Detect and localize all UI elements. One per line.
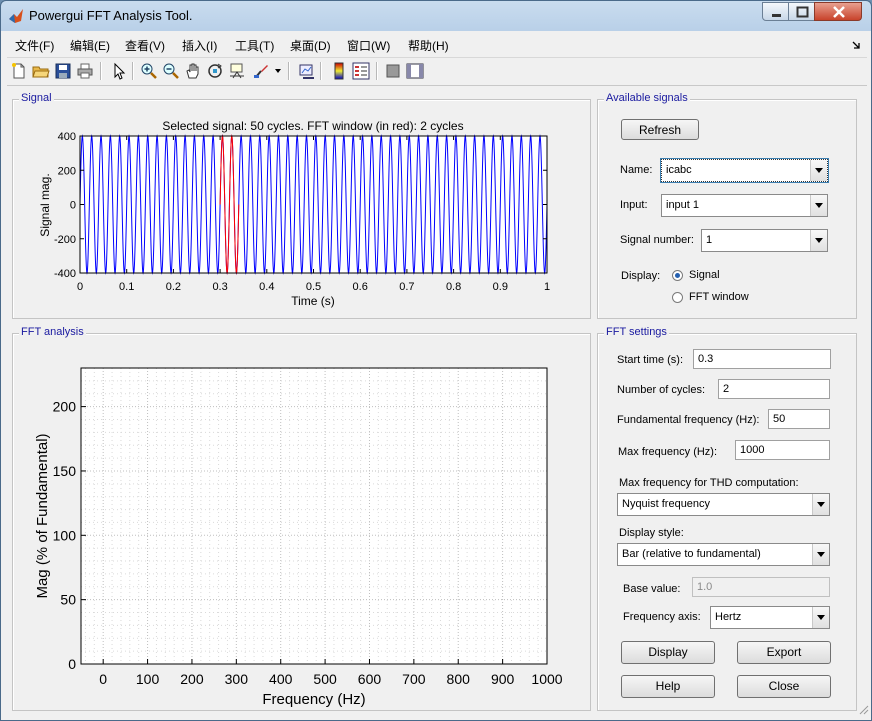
- display-style-label: Display style:: [619, 527, 684, 539]
- thd-label: Max frequency for THD computation:: [619, 477, 799, 489]
- close-window-button[interactable]: [814, 2, 862, 21]
- fft-tool-window: Powergui FFT Analysis Tool. 文件(F) 编辑(E) …: [0, 0, 872, 721]
- fft-plot-xlabel: Frequency (Hz): [262, 691, 365, 708]
- input-label: Input:: [620, 199, 648, 211]
- close-icon: [833, 6, 845, 18]
- dock-arrow-icon[interactable]: [851, 40, 861, 50]
- fund-freq-field[interactable]: 50: [768, 409, 830, 429]
- display-label: Display:: [621, 270, 661, 282]
- resize-grip-icon[interactable]: [857, 703, 869, 715]
- signal-number-value: 1: [706, 234, 713, 246]
- display-style-value: Bar (relative to fundamental): [622, 548, 761, 560]
- fft-xtick-label: 600: [358, 671, 382, 687]
- fft-plot-area: [81, 368, 547, 664]
- display-fft-window-radio[interactable]: [672, 292, 683, 303]
- freq-axis-value: Hertz: [715, 611, 742, 623]
- help-button[interactable]: Help: [621, 675, 715, 698]
- fft-plot[interactable]: 0 50 100 150 200 0 100 200 300 400 500 600 700 800 90…: [1, 1, 589, 711]
- chevron-down-icon: [812, 494, 829, 515]
- chevron-down-icon: [812, 544, 829, 565]
- available-signals-label: Available signals: [604, 92, 690, 104]
- max-freq-field[interactable]: 1000: [735, 440, 830, 460]
- fft-xtick-label: 200: [180, 671, 204, 687]
- fft-xtick-label: 100: [136, 671, 160, 687]
- fft-ytick-label: 0: [68, 656, 76, 672]
- cycles-label: Number of cycles:: [617, 384, 706, 396]
- freq-axis-label: Frequency axis:: [623, 611, 701, 623]
- fft-ytick-label: 50: [60, 592, 76, 608]
- thd-select[interactable]: Nyquist frequency: [617, 493, 830, 516]
- display-fft-window-label[interactable]: FFT window: [689, 291, 749, 303]
- display-style-select[interactable]: Bar (relative to fundamental): [617, 543, 830, 566]
- base-value-label: Base value:: [623, 583, 681, 595]
- base-value-field: 1.0: [692, 577, 830, 597]
- fft-settings-label: FFT settings: [604, 326, 669, 338]
- chevron-down-icon: [812, 607, 829, 628]
- fft-xtick-label: 500: [313, 671, 337, 687]
- name-select[interactable]: icabc: [660, 158, 829, 183]
- fft-ytick-label: 200: [53, 399, 77, 415]
- fft-xtick-label: 1000: [531, 671, 562, 687]
- thd-select-value: Nyquist frequency: [622, 498, 711, 510]
- fft-xtick-label: 300: [225, 671, 249, 687]
- fft-xtick-label: 800: [447, 671, 471, 687]
- close-button[interactable]: Close: [737, 675, 831, 698]
- fft-xtick-label: 0: [99, 671, 107, 687]
- cycles-field[interactable]: 2: [718, 379, 830, 399]
- maximize-icon: [796, 6, 809, 18]
- fund-freq-label: Fundamental frequency (Hz):: [617, 414, 760, 426]
- maximize-button[interactable]: [788, 2, 815, 21]
- signal-number-label: Signal number:: [620, 234, 694, 246]
- chevron-down-icon: [810, 230, 827, 251]
- display-button[interactable]: Display: [621, 641, 715, 664]
- name-select-value: icabc: [666, 164, 692, 176]
- input-select[interactable]: input 1: [661, 194, 828, 217]
- input-select-value: input 1: [666, 199, 700, 211]
- display-signal-label[interactable]: Signal: [689, 269, 720, 281]
- signal-number-select[interactable]: 1: [701, 229, 828, 252]
- chevron-down-icon: [810, 195, 827, 216]
- start-time-field[interactable]: 0.3: [693, 349, 831, 369]
- name-label: Name:: [620, 164, 653, 176]
- max-freq-label: Max frequency (Hz):: [618, 446, 718, 458]
- fft-xtick-label: 700: [402, 671, 426, 687]
- fft-ytick-label: 100: [53, 527, 77, 543]
- minimize-button[interactable]: [762, 2, 789, 21]
- fft-xtick-label: 900: [491, 671, 515, 687]
- display-signal-radio[interactable]: [672, 270, 683, 281]
- freq-axis-select[interactable]: Hertz: [710, 606, 830, 629]
- fft-plot-ylabel: Mag (% of Fundamental): [34, 433, 51, 598]
- fft-ytick-label: 150: [53, 463, 77, 479]
- export-button[interactable]: Export: [737, 641, 831, 664]
- refresh-button[interactable]: Refresh: [621, 119, 699, 140]
- minimize-icon: [772, 14, 781, 17]
- chevron-down-icon: [810, 160, 827, 181]
- fft-xtick-label: 400: [269, 671, 293, 687]
- start-time-label: Start time (s):: [617, 354, 684, 366]
